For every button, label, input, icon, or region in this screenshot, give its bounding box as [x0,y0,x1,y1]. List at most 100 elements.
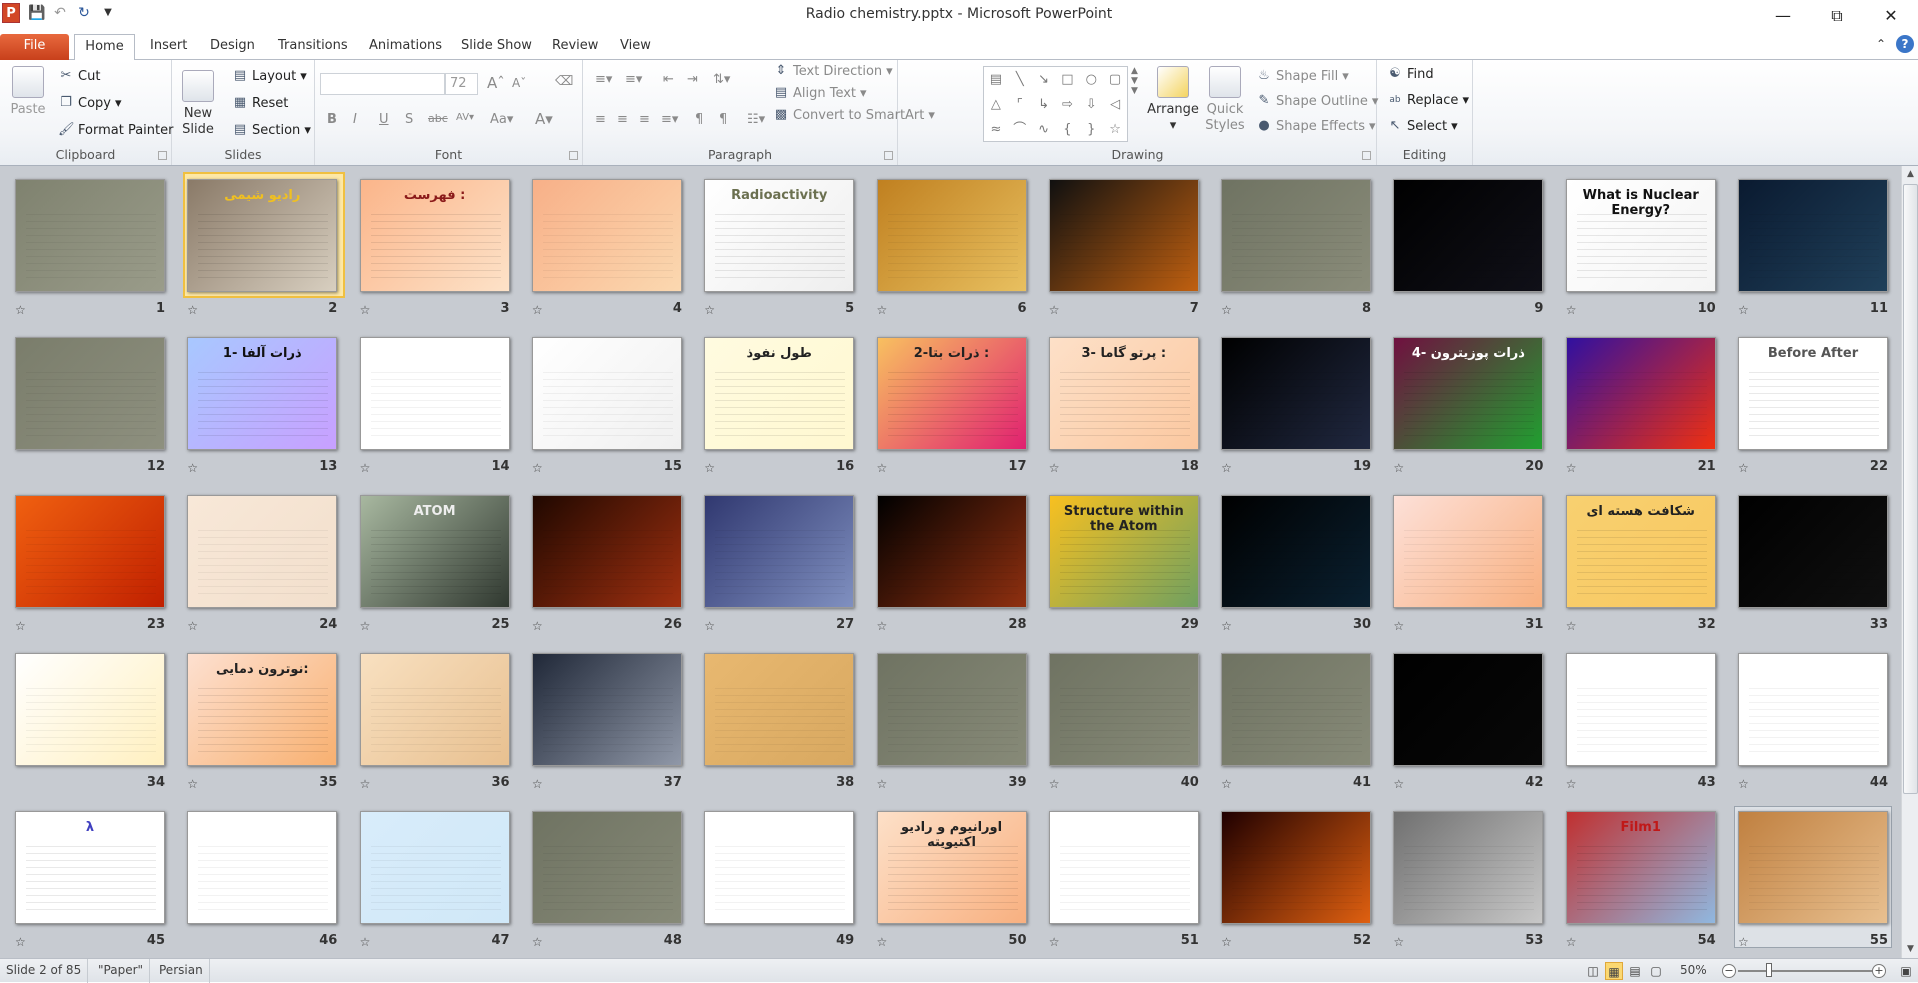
slide-thumbnail[interactable]: Before After [1738,337,1888,450]
character-spacing-icon[interactable]: AV▾ [456,112,474,123]
zoom-slider[interactable] [1738,970,1878,972]
tab-slide-show[interactable]: Slide Show [453,34,540,60]
transition-star-icon[interactable]: ☆ [360,619,371,633]
slide-thumbnail[interactable] [1393,653,1544,766]
transition-star-icon[interactable]: ☆ [877,619,888,633]
transition-star-icon[interactable]: ☆ [187,461,198,475]
slide-thumbnail[interactable]: Film1 [1565,811,1716,924]
slide-thumbnail[interactable] [1048,811,1199,924]
reset-button[interactable]: ▦ Reset [232,95,288,111]
shape-effects-button[interactable]: ● Shape Effects ▾ [1256,118,1375,134]
left-brace-icon[interactable]: { [1056,117,1080,142]
transition-star-icon[interactable]: ☆ [360,303,371,317]
copy-button[interactable]: ❐ Copy ▾ [58,95,121,111]
transition-star-icon[interactable]: ☆ [1738,777,1749,791]
transition-star-icon[interactable]: ☆ [1566,935,1577,949]
zoom-slider-thumb[interactable] [1766,963,1772,977]
slide-show-view-icon[interactable]: ▢ [1647,962,1665,980]
transition-star-icon[interactable]: ☆ [1221,619,1232,633]
text-direction-button[interactable]: ⇕ Text Direction ▾ [773,63,893,79]
justify-icon[interactable]: ≡▾ [661,112,678,127]
elbow-connector-icon[interactable]: ⌜ [1008,92,1032,117]
freeform-shape-icon[interactable]: ◁ [1103,92,1127,117]
layout-button[interactable]: ▤ Layout ▾ [232,68,307,84]
change-case-icon[interactable]: Aa▾ [490,112,513,127]
transition-star-icon[interactable]: ☆ [1738,935,1749,949]
slide-thumbnail[interactable] [15,179,165,292]
slide-thumbnail[interactable] [1221,811,1372,924]
slide-thumbnail[interactable]: طول نفوذ [704,337,855,450]
cut-button[interactable]: ✂ Cut [58,68,101,84]
slide-thumbnail[interactable] [704,653,855,766]
tab-transitions[interactable]: Transitions [270,34,356,60]
oval-shape-icon[interactable]: ○ [1079,67,1103,92]
help-icon[interactable]: ? [1896,35,1914,53]
line-shape-icon[interactable]: ╲ [1008,67,1032,92]
slide-thumbnail[interactable]: فهرست : [359,179,510,292]
transition-star-icon[interactable]: ☆ [532,619,543,633]
scroll-down-icon[interactable]: ▼ [1902,941,1918,958]
slide-thumbnail[interactable] [15,495,165,608]
transition-star-icon[interactable]: ☆ [1738,461,1749,475]
slide-thumbnail[interactable]: اورانیوم و رادیو اکتیویته [876,811,1027,924]
transition-star-icon[interactable]: ☆ [1393,935,1404,949]
font-name-combo[interactable] [320,73,445,95]
scrollbar-thumb[interactable] [1903,184,1918,794]
slide-thumbnail[interactable] [1221,179,1372,292]
numbering-icon[interactable]: ≡▾ [625,72,642,87]
transition-star-icon[interactable]: ☆ [187,777,198,791]
slide-thumbnail[interactable] [531,495,682,608]
zoom-level[interactable]: 50% [1680,963,1707,977]
transition-star-icon[interactable]: ☆ [1049,777,1060,791]
down-arrow-shape-icon[interactable]: ⇩ [1079,92,1103,117]
transition-star-icon[interactable]: ☆ [1221,461,1232,475]
font-color-icon[interactable]: A▾ [535,110,553,128]
format-painter-button[interactable]: 🖌 Format Painter [58,122,173,138]
slide-thumbnail[interactable] [1565,337,1716,450]
slide-thumbnail[interactable] [876,495,1027,608]
transition-star-icon[interactable]: ☆ [360,777,371,791]
slide-thumbnail[interactable] [1738,179,1888,292]
shape-outline-button[interactable]: ✎ Shape Outline ▾ [1256,93,1379,109]
slide-thumbnail[interactable]: Radioactivity [704,179,855,292]
align-right-icon[interactable]: ≡ [639,112,650,127]
paragraph-launcher-icon[interactable] [884,151,893,160]
slide-thumbnail[interactable] [704,811,855,924]
section-button[interactable]: ▤ Section ▾ [232,122,311,138]
slide-sorter-view-icon[interactable]: ▦ [1605,962,1623,980]
transition-star-icon[interactable]: ☆ [1221,935,1232,949]
shrink-font-icon[interactable]: Aˇ [512,76,526,90]
line-spacing-icon[interactable]: ⇅▾ [713,72,730,87]
tab-review[interactable]: Review [544,34,606,60]
rtl-icon[interactable]: ¶ [719,112,727,127]
underline-icon[interactable]: U [379,112,389,127]
bullets-icon[interactable]: ≡▾ [595,72,612,87]
transition-star-icon[interactable]: ☆ [1566,619,1577,633]
select-button[interactable]: ↖ Select ▾ [1387,118,1458,134]
slide-thumbnail[interactable]: ATOM [359,495,510,608]
slide-thumbnail[interactable] [876,653,1027,766]
transition-star-icon[interactable]: ☆ [1566,777,1577,791]
zoom-out-icon[interactable]: − [1722,964,1736,978]
slide-thumbnail[interactable] [1048,179,1199,292]
arc-shape-icon[interactable]: ⌒ [1008,117,1032,142]
transition-star-icon[interactable]: ☆ [877,777,888,791]
slide-thumbnail[interactable] [359,653,510,766]
transition-star-icon[interactable]: ☆ [877,935,888,949]
font-size-combo[interactable]: 72 [445,73,478,95]
restore-button[interactable]: ⧉ [1810,0,1864,31]
slide-thumbnail[interactable] [359,337,510,450]
shadow-icon[interactable]: S [405,112,413,127]
close-button[interactable]: ✕ [1864,0,1918,31]
vertical-scrollbar[interactable]: ▲ ▼ [1901,166,1918,958]
transition-star-icon[interactable]: ☆ [360,461,371,475]
transition-star-icon[interactable]: ☆ [877,461,888,475]
quick-styles-button[interactable]: Quick Styles [1202,66,1248,134]
slide-thumbnail[interactable] [359,811,510,924]
reading-view-icon[interactable]: ▤ [1626,962,1644,980]
scroll-up-icon[interactable]: ▲ [1902,166,1918,183]
slide-thumbnail[interactable] [531,811,682,924]
transition-star-icon[interactable]: ☆ [1049,303,1060,317]
slide-thumbnail[interactable]: 3- پرتو گاما : [1048,337,1199,450]
slide-thumbnail[interactable]: رادیو شیمی [187,179,338,292]
